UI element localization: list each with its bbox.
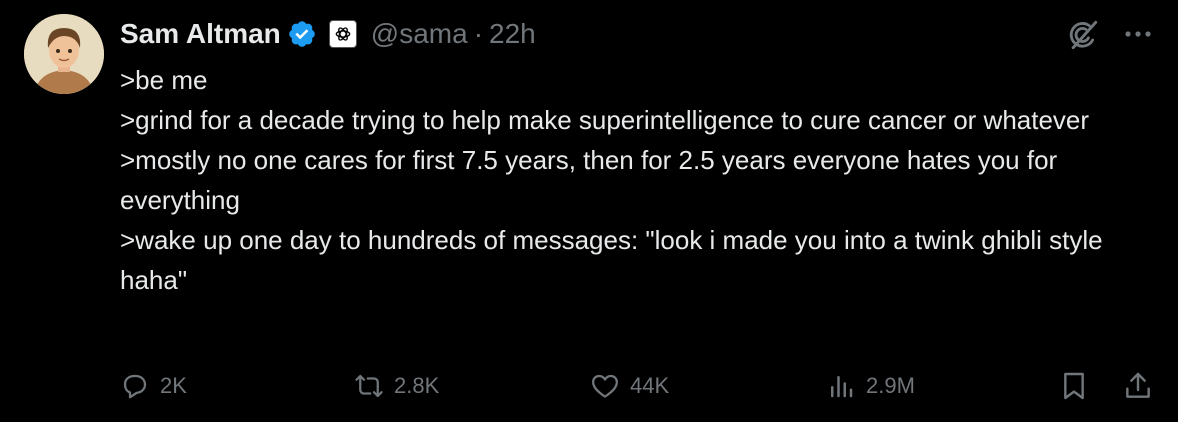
openai-logo-icon[interactable]: [328, 20, 357, 48]
bookmark-icon[interactable]: [1058, 370, 1090, 402]
view-count: 2.9M: [866, 373, 915, 398]
reply-button[interactable]: 2K: [120, 364, 187, 408]
tweet-line: >be me: [120, 65, 208, 95]
views-button[interactable]: 2.9M: [826, 364, 915, 408]
tweet-line: >mostly no one cares for first 7.5 years…: [120, 145, 1058, 215]
timestamp[interactable]: 22h: [489, 18, 536, 50]
grok-icon[interactable]: [1066, 18, 1100, 52]
avatar-illustration: [24, 14, 104, 94]
views-chart-icon: [831, 376, 853, 398]
repost-icon: [355, 374, 383, 398]
tweet-header: Sam Altman @sama · 22h: [120, 14, 536, 54]
more-options-icon[interactable]: [1120, 20, 1156, 48]
like-count: 44K: [630, 373, 670, 398]
tweet-line: >wake up one day to hundreds of messages…: [120, 225, 1103, 295]
reply-count: 2K: [160, 373, 187, 398]
repost-count: 2.8K: [394, 373, 440, 398]
tweet-line: >grind for a decade trying to help make …: [120, 105, 1090, 135]
heart-icon: [592, 374, 618, 398]
like-button[interactable]: 44K: [590, 364, 669, 408]
tweet-text: >be me >grind for a decade trying to hel…: [120, 60, 1160, 300]
reply-icon: [123, 374, 147, 399]
author-handle[interactable]: @sama: [371, 18, 468, 50]
share-icon[interactable]: [1122, 370, 1154, 402]
separator-dot: ·: [473, 18, 484, 49]
verified-check-icon[interactable]: [287, 19, 317, 49]
action-bar: 2K 2.8K 44K 2.9M: [120, 364, 1160, 408]
repost-button[interactable]: 2.8K: [354, 364, 439, 408]
author-name[interactable]: Sam Altman: [120, 18, 281, 50]
avatar[interactable]: [24, 14, 104, 94]
tweet-card[interactable]: Sam Altman @sama · 22h >be me >grind for…: [0, 0, 1178, 422]
